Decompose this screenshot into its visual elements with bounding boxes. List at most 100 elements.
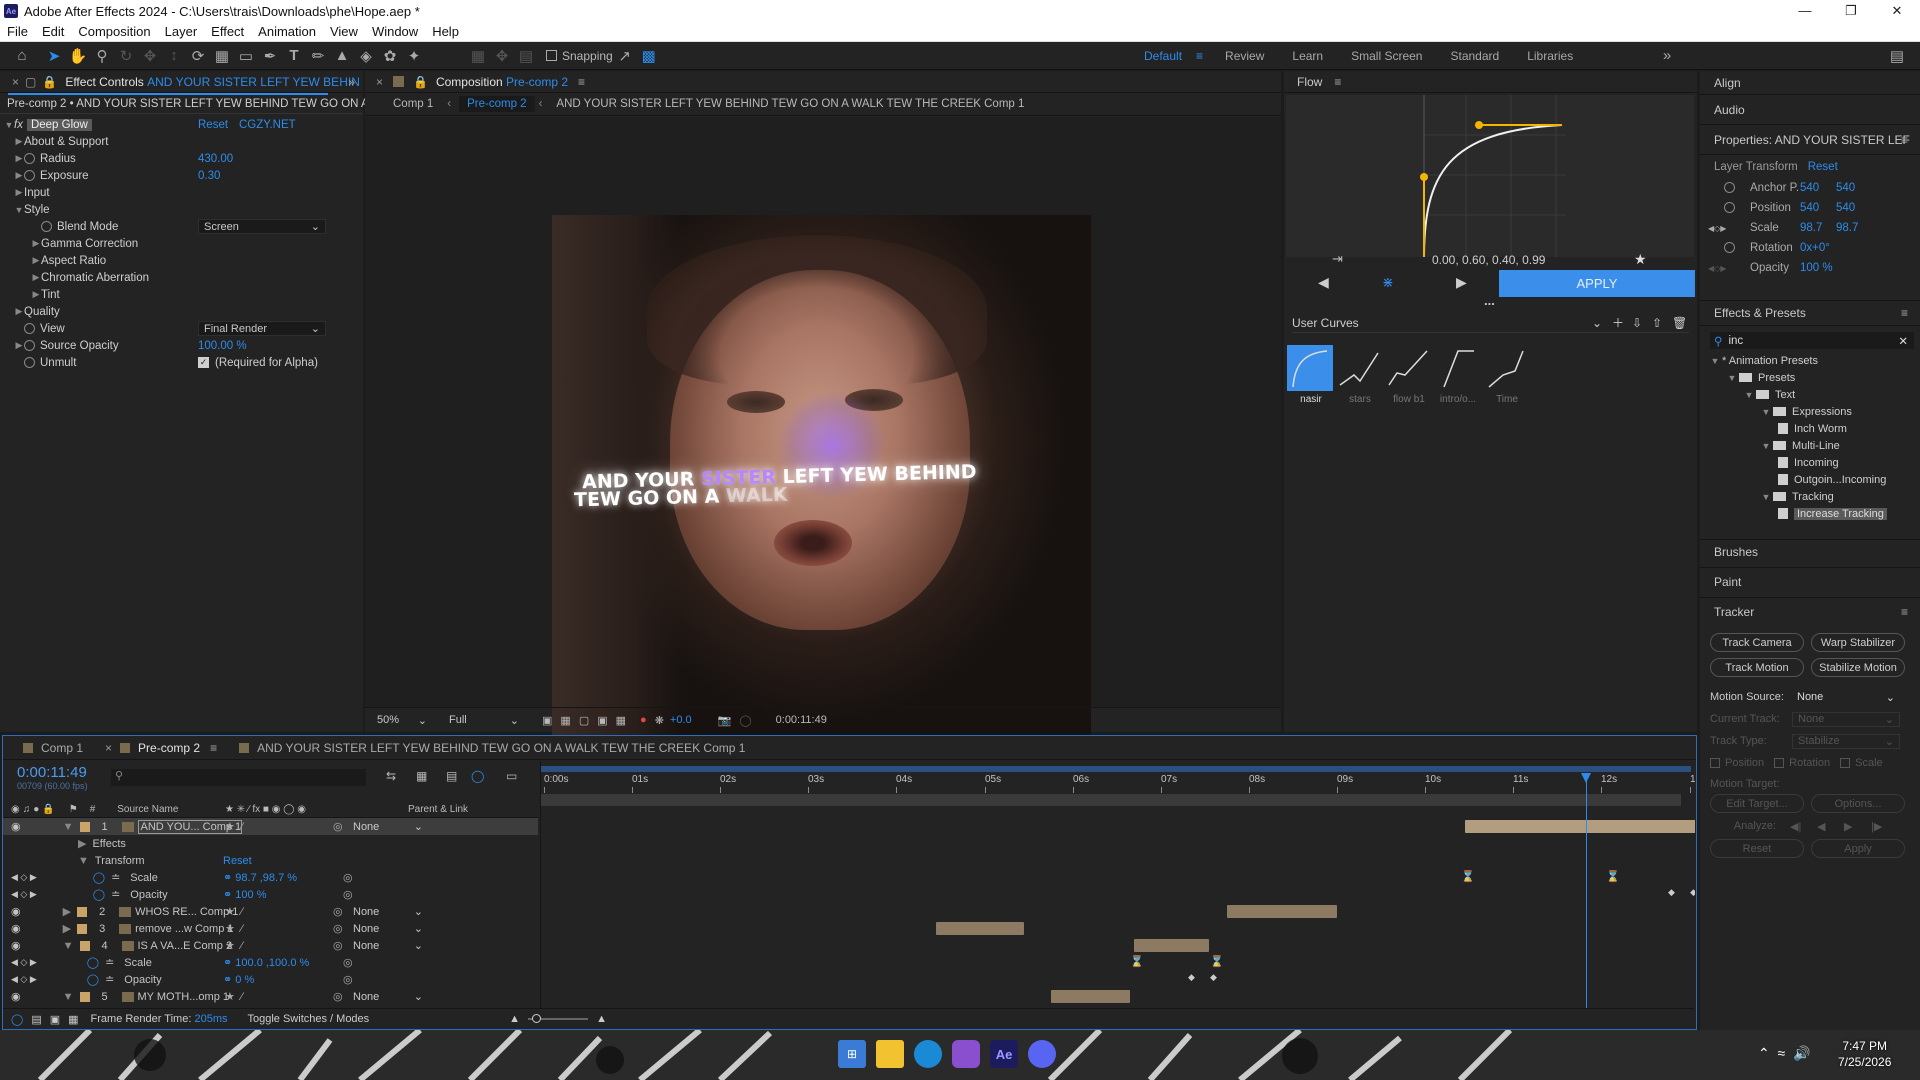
- stopwatch-icon[interactable]: ◯: [87, 956, 99, 969]
- twirl-icon[interactable]: ▶: [63, 905, 71, 918]
- layer-label-color[interactable]: [79, 991, 90, 1002]
- eraser-tool-icon[interactable]: ◈: [354, 45, 378, 67]
- preset-tree-inch-worm[interactable]: Inch Worm: [1700, 420, 1920, 437]
- property-row[interactable]: ▼ Transform Reset: [3, 852, 538, 869]
- guides-icon[interactable]: ▣: [597, 714, 607, 727]
- parent-dropdown[interactable]: None ⌄: [348, 938, 428, 953]
- property-rotation[interactable]: Rotation 0x+0°: [1700, 238, 1920, 258]
- effect-prop-dropdown[interactable]: Screen ⌄: [198, 219, 326, 234]
- motion-blur-icon[interactable]: ◯: [471, 769, 484, 783]
- more-workspaces-icon[interactable]: »: [1655, 45, 1679, 67]
- zoom-in-icon[interactable]: ▲: [596, 1013, 607, 1025]
- property-row[interactable]: ◀ ◇ ▶ ◯ ≐ Scale ⚭ 100.0 ,100.0 % ◎: [3, 954, 538, 971]
- render-time-toggle-icon[interactable]: ◯: [11, 1013, 23, 1026]
- property-value[interactable]: ⚭ 98.7 ,98.7 %: [223, 871, 297, 884]
- preset-tree-expressions[interactable]: ▼ Expressions: [1700, 403, 1920, 420]
- edit-target-button[interactable]: Edit Target...: [1710, 794, 1804, 813]
- property-value-2[interactable]: 98.7: [1836, 222, 1858, 234]
- group-name[interactable]: Effects: [92, 838, 125, 850]
- property-opacity[interactable]: ◀◇▶ Opacity 100 %: [1700, 258, 1920, 278]
- effect-prop-exposure[interactable]: ▶ Exposure 0.30: [0, 167, 363, 184]
- flow-curve-graph[interactable]: [1286, 95, 1694, 260]
- twirl-icon[interactable]: ▶: [78, 837, 86, 850]
- panel-layout-icon[interactable]: ▤: [1885, 45, 1909, 67]
- stopwatch-icon[interactable]: [24, 357, 35, 368]
- twirl-icon[interactable]: ▼: [78, 855, 89, 867]
- type-tool-icon[interactable]: T: [282, 45, 306, 67]
- visibility-eye-icon[interactable]: ◉: [11, 922, 21, 935]
- flow-tab[interactable]: Flow: [1297, 75, 1322, 89]
- local-axis-icon[interactable]: ▦: [466, 45, 490, 67]
- brush-tool-icon[interactable]: ✏: [306, 45, 330, 67]
- effect-prop-view[interactable]: View Final Render ⌄: [0, 320, 363, 337]
- layer-duration-bar[interactable]: [1465, 820, 1695, 833]
- twirl-icon[interactable]: ▶: [14, 153, 24, 164]
- effects-search-field[interactable]: ⚲ inc ✕: [1710, 332, 1914, 349]
- stabilize-motion-button[interactable]: Stabilize Motion: [1811, 658, 1905, 677]
- keyframe-marker[interactable]: ◆: [1690, 887, 1695, 898]
- stopwatch-icon[interactable]: [1724, 202, 1735, 213]
- menu-file[interactable]: File: [0, 24, 35, 39]
- keyframe-marker[interactable]: ◆: [1188, 972, 1195, 983]
- property-value-1[interactable]: 540: [1800, 182, 1836, 194]
- twirl-icon[interactable]: ▶: [31, 238, 41, 249]
- effect-twirl-icon[interactable]: ▼: [4, 120, 14, 130]
- property-position[interactable]: Position 540 540: [1700, 198, 1920, 218]
- preset-tree-text[interactable]: ▼ Text: [1700, 386, 1920, 403]
- minimize-icon[interactable]: —: [1782, 0, 1828, 22]
- twirl-icon[interactable]: ▶: [31, 255, 41, 266]
- twirl-icon[interactable]: ▼: [1761, 492, 1771, 502]
- keyframe-nav-icon[interactable]: ◀◇▶: [1708, 264, 1726, 273]
- graph-editor-icon[interactable]: ▭: [506, 769, 517, 783]
- property-value-1[interactable]: 0x+0°: [1800, 242, 1836, 254]
- composition-tab[interactable]: Composition: [436, 75, 503, 89]
- property-value-2[interactable]: 540: [1836, 182, 1855, 194]
- timeline-track-area[interactable]: 0:00s 01s 02s 03s 04s 05s 06s 07s 08s 09s 10s 11s 12…: [540, 761, 1695, 1008]
- effect-reset-link[interactable]: Reset: [198, 119, 228, 131]
- layer-row[interactable]: ◉ ▼ 4 IS A VA...E Comp 2 ★ ∕ ◎ None ⌄: [3, 937, 538, 954]
- snap-options-icon[interactable]: ↗: [613, 45, 637, 67]
- graph-icon[interactable]: ≐: [105, 973, 114, 986]
- properties-title[interactable]: Properties: AND YOUR SISTER LEF: [1714, 133, 1910, 147]
- effect-prop-about-support[interactable]: ▶ About & Support: [0, 133, 363, 150]
- stopwatch-icon[interactable]: ◯: [93, 871, 105, 884]
- pickwhip-icon[interactable]: ◎: [333, 990, 343, 1003]
- layer-duration-bar[interactable]: [1134, 939, 1209, 952]
- menu-animation[interactable]: Animation: [251, 24, 323, 39]
- dolly-tool-icon[interactable]: ↕: [162, 45, 186, 67]
- pickwhip-icon[interactable]: ◎: [343, 956, 353, 969]
- close-icon[interactable]: ×: [105, 741, 112, 755]
- layer-label-color[interactable]: [77, 906, 88, 917]
- toggle-switches-modes-button[interactable]: Toggle Switches / Modes: [248, 1013, 370, 1025]
- snapping-toggle[interactable]: Snapping: [546, 49, 613, 63]
- curve-preset-nasir[interactable]: nasir: [1287, 345, 1335, 405]
- close-icon[interactable]: ×: [376, 75, 383, 89]
- effect-controls-tab[interactable]: Effect Controls: [65, 75, 143, 89]
- property-row[interactable]: ◀ ◇ ▶ ◯ ≐ Opacity ⚭ 100 % ◎: [3, 886, 538, 903]
- effect-prop-style[interactable]: ▼ Style: [0, 201, 363, 218]
- workspace-menu-icon[interactable]: ≡: [1196, 49, 1211, 63]
- visibility-eye-icon[interactable]: ◉: [11, 939, 21, 952]
- effect-prop-radius[interactable]: ▶ Radius 430.00: [0, 150, 363, 167]
- workspace-review[interactable]: Review: [1211, 49, 1278, 63]
- pen-tool-icon[interactable]: ✒: [258, 45, 282, 67]
- layer-transform-reset[interactable]: Reset: [1808, 161, 1838, 173]
- property-value[interactable]: ⚭ 100 %: [223, 888, 266, 901]
- edge-browser-icon[interactable]: [914, 1040, 942, 1068]
- pickwhip-icon[interactable]: ◎: [333, 820, 343, 833]
- effect-name[interactable]: Deep Glow: [26, 118, 92, 131]
- workspace-default[interactable]: Default: [1130, 49, 1196, 63]
- effect-prop-value[interactable]: 0.30: [198, 170, 220, 182]
- composition-tab-name[interactable]: Pre-comp 2: [506, 75, 568, 89]
- property-value-1[interactable]: 98.7: [1800, 222, 1836, 234]
- timeline-search-field[interactable]: ⚲: [111, 769, 366, 786]
- curve-preset-intro-o-[interactable]: intro/o...: [1434, 345, 1482, 405]
- viewer-timecode[interactable]: 0:00:11:49: [776, 714, 827, 726]
- pan-behind-tool-icon[interactable]: ▦: [210, 45, 234, 67]
- grid-options-icon[interactable]: ▦: [616, 714, 626, 727]
- twirl-icon[interactable]: ▶: [14, 340, 24, 351]
- lock-icon[interactable]: ▢: [25, 75, 36, 89]
- rotation-checkbox[interactable]: Rotation: [1774, 757, 1830, 769]
- menu-edit[interactable]: Edit: [35, 24, 71, 39]
- tracker-apply-button[interactable]: Apply: [1811, 839, 1905, 858]
